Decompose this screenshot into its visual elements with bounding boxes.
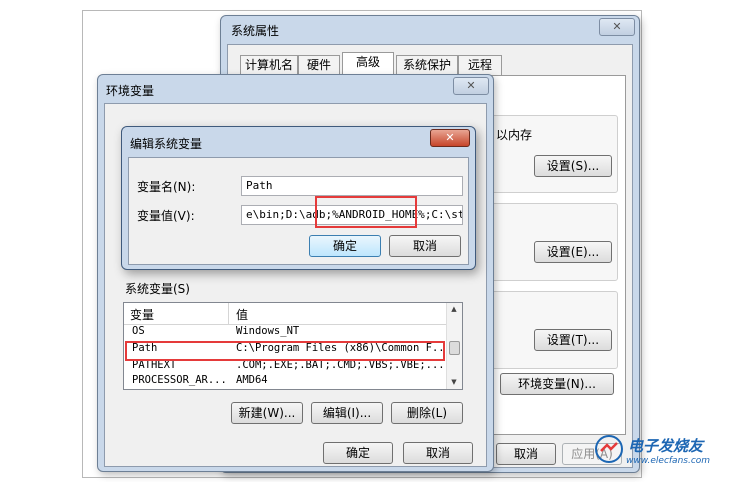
system-properties-cancel-button[interactable]: 取消 bbox=[496, 443, 556, 465]
value-text-after: ;C:\stran bbox=[424, 208, 462, 221]
variable-value-label: 变量值(V): bbox=[137, 209, 195, 223]
scroll-thumb[interactable] bbox=[449, 341, 460, 355]
tab-advanced[interactable]: 高级 bbox=[342, 52, 394, 75]
startup-recovery-settings-button[interactable]: 设置(T)... bbox=[534, 329, 612, 351]
performance-partial-text: 以内存 bbox=[496, 128, 533, 142]
environment-ok-button[interactable]: 确定 bbox=[323, 442, 393, 464]
scroll-up-icon[interactable]: ▲ bbox=[446, 305, 462, 313]
close-icon[interactable]: ✕ bbox=[599, 18, 635, 36]
column-header-variable[interactable]: 变量 bbox=[130, 306, 154, 323]
environment-cancel-button[interactable]: 取消 bbox=[403, 442, 473, 464]
edit-system-variable-dialog: 编辑系统变量 ✕ 变量名(N): Path 变量值(V): e\bin;D:\a… bbox=[121, 126, 476, 270]
table-row-os-name[interactable]: OS bbox=[132, 325, 226, 338]
edit-dialog-title: 编辑系统变量 bbox=[130, 137, 203, 151]
watermark-url: www.elecfans.com bbox=[626, 456, 711, 466]
path-row-highlight bbox=[125, 341, 445, 361]
watermark-brand: 电子发烧友 bbox=[628, 437, 704, 455]
table-row-processor-value[interactable]: AMD64 bbox=[236, 374, 446, 387]
system-variables-label: 系统变量(S) bbox=[125, 282, 190, 296]
edit-dialog-body: 变量名(N): Path 变量值(V): e\bin;D:\adb;%ANDRO… bbox=[128, 157, 469, 265]
performance-settings-button[interactable]: 设置(S)... bbox=[534, 155, 612, 177]
system-properties-title: 系统属性 bbox=[231, 24, 280, 38]
table-row-os-value[interactable]: Windows_NT bbox=[236, 325, 446, 338]
tab-hardware[interactable]: 硬件 bbox=[298, 55, 340, 75]
user-profiles-settings-button[interactable]: 设置(E)... bbox=[534, 241, 612, 263]
scroll-down-icon[interactable]: ▼ bbox=[446, 378, 462, 386]
table-row-processor-name[interactable]: PROCESSOR_AR... bbox=[132, 374, 226, 387]
android-home-highlight bbox=[315, 196, 417, 228]
close-icon[interactable]: ✕ bbox=[453, 77, 489, 95]
watermark-logo-icon bbox=[594, 434, 624, 464]
table-header bbox=[124, 303, 446, 325]
new-variable-button[interactable]: 新建(W)... bbox=[231, 402, 303, 424]
environment-variables-button[interactable]: 环境变量(N)... bbox=[500, 373, 614, 395]
variable-name-input[interactable]: Path bbox=[241, 176, 463, 196]
edit-variable-button[interactable]: 编辑(I)... bbox=[311, 402, 383, 424]
variable-name-label: 变量名(N): bbox=[137, 180, 196, 194]
close-icon[interactable]: ✕ bbox=[430, 129, 470, 147]
column-divider bbox=[228, 303, 229, 325]
edit-dialog-cancel-button[interactable]: 取消 bbox=[389, 235, 461, 257]
environment-variables-title: 环境变量 bbox=[106, 84, 155, 98]
delete-variable-button[interactable]: 删除(L) bbox=[391, 402, 463, 424]
tab-computer-name[interactable]: 计算机名 bbox=[240, 55, 298, 75]
tab-remote[interactable]: 远程 bbox=[458, 55, 502, 75]
edit-dialog-ok-button[interactable]: 确定 bbox=[309, 235, 381, 257]
column-header-value[interactable]: 值 bbox=[236, 306, 248, 323]
tab-system-protection[interactable]: 系统保护 bbox=[396, 55, 458, 75]
